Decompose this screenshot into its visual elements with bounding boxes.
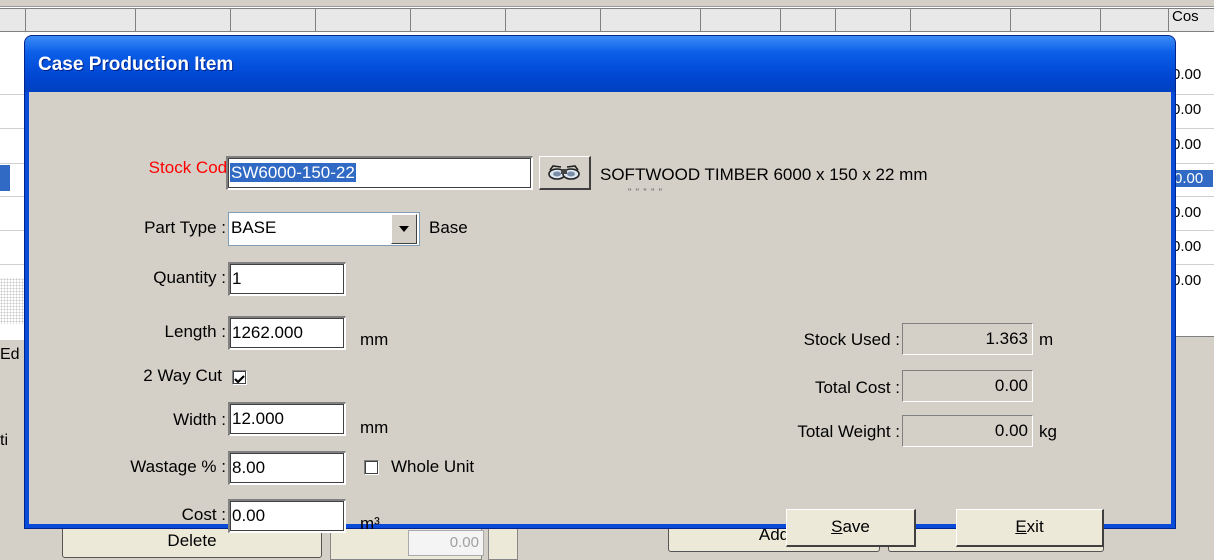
- dialog-title-bar[interactable]: Case Production Item: [25, 36, 1175, 92]
- dialog-title: Case Production Item: [38, 54, 234, 75]
- exit-button[interactable]: Exit: [956, 509, 1104, 547]
- quantity-label: Quantity :: [153, 268, 226, 287]
- grid-column-separator: [410, 8, 411, 32]
- total-weight-label: Total Weight :: [797, 422, 900, 441]
- grid-cell-cost[interactable]: 0.00: [1172, 101, 1201, 118]
- stock-description: SOFTWOOD TIMBER 6000 x 150 x 22 mm: [600, 165, 928, 184]
- stock-code-value: SW6000-150-22: [230, 163, 356, 182]
- stock-code-input[interactable]: SW6000-150-22: [226, 156, 533, 190]
- part-type-description: Base: [429, 218, 468, 237]
- total-cost-field: 0.00: [902, 370, 1033, 402]
- grid-header-cost[interactable]: Cos: [1172, 8, 1199, 25]
- exit-accelerator-key: E: [1015, 517, 1027, 536]
- part-type-dropdown-button[interactable]: [391, 214, 417, 244]
- whole-unit-checkbox[interactable]: [364, 460, 379, 475]
- cost-unit: m³: [360, 514, 380, 533]
- grid-selected-row-left[interactable]: [0, 165, 10, 191]
- grid-column-separator: [600, 8, 601, 32]
- dialog-client-area: Stock Code : SW6000-150-22 SOFTWOOD TIMB…: [29, 92, 1171, 547]
- grid-cell-cost[interactable]: 0.00: [1172, 238, 1201, 255]
- grid-column-separator: [1100, 8, 1101, 32]
- length-label: Length :: [164, 322, 226, 341]
- case-production-item-dialog: Case Production Item Stock Code : SW6000…: [25, 36, 1175, 547]
- stock-used-field: 1.363: [902, 323, 1033, 355]
- background-right-strip: [1172, 336, 1214, 377]
- quantity-input[interactable]: 1: [228, 262, 346, 296]
- width-input[interactable]: 12.000: [228, 402, 346, 436]
- checkmark-icon: [234, 375, 245, 384]
- stock-used-label: Stock Used :: [803, 330, 900, 349]
- grid-column-separator: [1168, 8, 1169, 32]
- wastage-input[interactable]: 8.00: [228, 451, 346, 485]
- grid-column-separator: [230, 8, 231, 32]
- width-value: 12.000: [232, 409, 284, 428]
- total-cost-label: Total Cost :: [814, 378, 900, 397]
- total-weight-unit: kg: [1039, 422, 1057, 441]
- length-value: 1262.000: [232, 323, 303, 342]
- width-unit: mm: [360, 418, 389, 437]
- stock-code-label: Stock Code :: [148, 158, 246, 177]
- grid-column-separator: [135, 8, 136, 32]
- wastage-label: Wastage % :: [130, 457, 226, 476]
- exit-label-suffix: xit: [1026, 517, 1044, 536]
- part-type-value: BASE: [231, 218, 277, 237]
- two-way-cut-label: 2 Way Cut: [143, 366, 222, 385]
- grid-column-separator: [780, 8, 781, 32]
- grid-cell-cost[interactable]: 0.00: [1172, 204, 1201, 221]
- stock-used-unit: m: [1039, 330, 1054, 349]
- cost-input[interactable]: 0.00: [228, 499, 346, 533]
- grid-column-separator: [910, 8, 911, 32]
- width-label: Width :: [173, 410, 226, 429]
- grid-cell-cost[interactable]: 0.00: [1172, 66, 1201, 83]
- grid-column-separator: [315, 8, 316, 32]
- grid-cell-cost[interactable]: 0.00: [1172, 272, 1201, 289]
- wastage-value: 8.00: [232, 458, 266, 477]
- edit-tab-fragment[interactable]: Ed: [0, 346, 20, 364]
- binoculars-icon: [548, 165, 580, 180]
- stock-description-partial: " " " " ": [628, 187, 663, 197]
- grid-column-separator: [835, 8, 836, 32]
- stock-lookup-button[interactable]: [539, 156, 591, 190]
- save-accelerator-key: S: [831, 517, 843, 536]
- save-button[interactable]: Save: [786, 509, 916, 547]
- two-way-cut-checkbox[interactable]: [232, 370, 247, 385]
- background-grid-header: [0, 8, 1214, 32]
- background-field: 0.00: [408, 530, 484, 556]
- whole-unit-label: Whole Unit: [391, 457, 475, 476]
- grid-column-separator: [25, 8, 26, 32]
- background-top-strip: [0, 0, 1214, 7]
- length-input[interactable]: 1262.000: [228, 316, 346, 350]
- cost-label: Cost :: [181, 505, 226, 524]
- cost-value: 0.00: [232, 506, 266, 525]
- part-type-label: Part Type :: [144, 218, 226, 237]
- grid-cell-cost[interactable]: 0.00: [1172, 136, 1201, 153]
- length-unit: mm: [360, 330, 389, 349]
- quantity-value: 1: [232, 269, 242, 288]
- grid-column-separator: [700, 8, 701, 32]
- save-label-suffix: ave: [842, 517, 870, 536]
- dropdown-arrow-icon: [399, 226, 409, 232]
- option-fragment: ti: [0, 432, 8, 449]
- grid-column-separator: [1010, 8, 1011, 32]
- grid-column-separator: [505, 8, 506, 32]
- total-weight-field: 0.00: [902, 415, 1033, 447]
- grid-cell-cost-selected[interactable]: 0.00: [1172, 170, 1214, 187]
